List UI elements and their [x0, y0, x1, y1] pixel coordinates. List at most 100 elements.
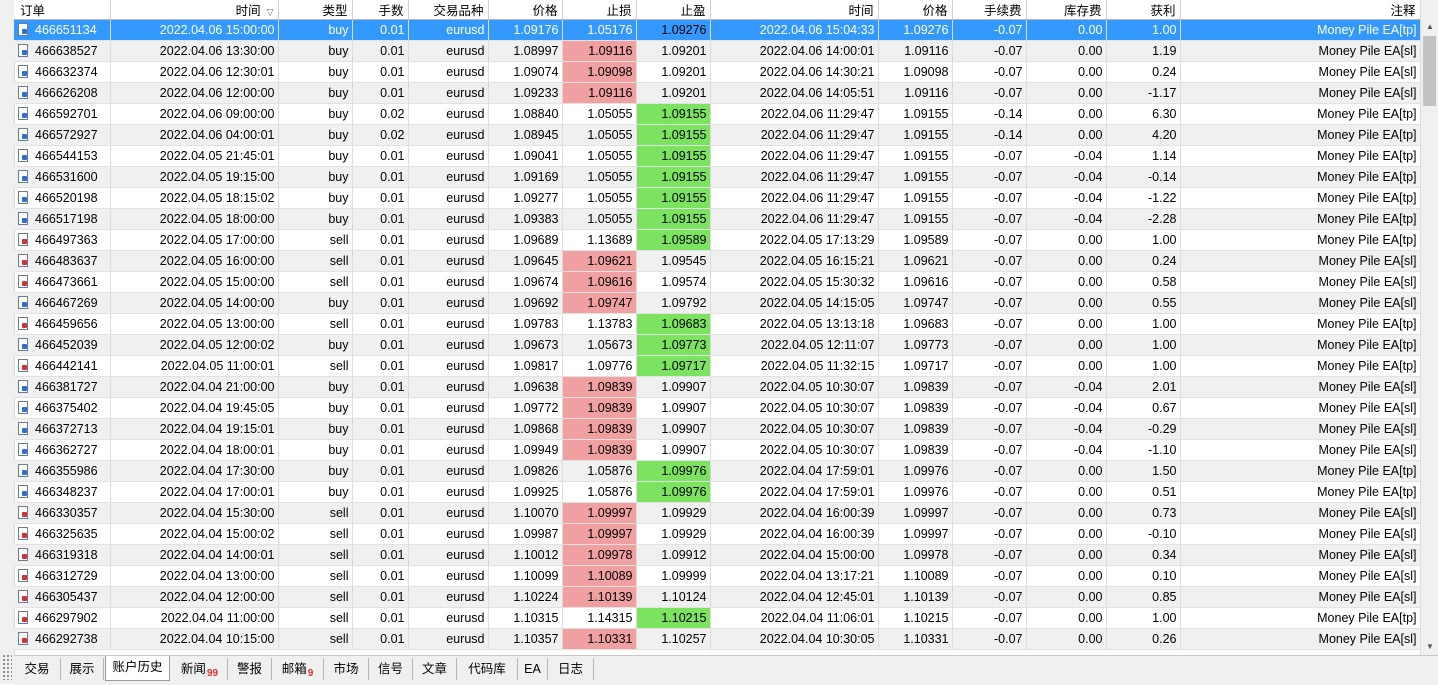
col-header-order[interactable]: 订单 [14, 0, 111, 20]
table-row[interactable]: 466651134 2022.04.06 15:00:00 buy 0.01 eurus… [14, 19, 1420, 41]
tab-6[interactable]: 市场 [324, 658, 369, 680]
table-row[interactable]: 466517198 2022.04.05 18:00:00 buy 0.01 eurus… [14, 208, 1420, 230]
cell-comment: Money Pile EA[sl] [1180, 439, 1420, 461]
cell-open-price: 1.09987 [488, 523, 563, 545]
cell-comment: Money Pile EA[sl] [1180, 61, 1420, 83]
col-header-close-price[interactable]: 价格 [878, 0, 953, 20]
cell-lots: 0.01 [352, 229, 409, 251]
scroll-down-arrow-icon[interactable]: ▼ [1421, 639, 1438, 655]
cell-swap: -0.04 [1026, 166, 1107, 188]
table-row[interactable]: 466572927 2022.04.06 04:00:01 buy 0.02 eurus… [14, 124, 1420, 146]
tab-5[interactable]: 邮箱9 [272, 658, 324, 680]
table-row[interactable]: 466442141 2022.04.05 11:00:01 sell 0.01 euru… [14, 355, 1420, 377]
table-row[interactable]: 466381727 2022.04.04 21:00:00 buy 0.01 eurus… [14, 376, 1420, 398]
cell-open-time: 2022.04.05 18:15:02 [110, 187, 279, 209]
table-row[interactable]: 466452039 2022.04.05 12:00:02 buy 0.01 eurus… [14, 334, 1420, 356]
table-row[interactable]: 466467269 2022.04.05 14:00:00 buy 0.01 eurus… [14, 292, 1420, 314]
tab-7[interactable]: 信号 [369, 658, 413, 680]
cell-close-price: 1.10215 [878, 607, 953, 629]
tab-label: 市场 [333, 662, 359, 676]
tab-label: 代码库 [468, 662, 506, 676]
scrollbar-thumb[interactable] [1423, 36, 1436, 106]
table-row[interactable]: 466305437 2022.04.04 12:00:00 sell 0.01 euru… [14, 586, 1420, 608]
table-row[interactable]: 466330357 2022.04.04 15:30:00 sell 0.01 euru… [14, 502, 1420, 524]
tab-0[interactable]: 交易 [14, 658, 61, 680]
col-header-comment[interactable]: 注释 [1180, 0, 1420, 20]
table-row[interactable]: 466292738 2022.04.04 10:15:00 sell 0.01 euru… [14, 628, 1420, 650]
cell-open-time: 2022.04.04 11:00:00 [110, 607, 279, 629]
cell-open-price: 1.09817 [488, 355, 563, 377]
tab-10[interactable]: EA [518, 658, 548, 680]
document-blue-icon [18, 401, 28, 414]
cell-lots: 0.01 [352, 565, 409, 587]
cell-take-profit: 1.09717 [636, 355, 711, 377]
cell-swap: -0.04 [1026, 187, 1107, 209]
cell-comment: Money Pile EA[tp] [1180, 607, 1420, 629]
table-row[interactable]: 466544153 2022.04.05 21:45:01 buy 0.01 eurus… [14, 145, 1420, 167]
tab-3[interactable]: 新闻99 [172, 658, 228, 680]
tab-1[interactable]: 展示 [61, 658, 104, 680]
col-header-lots[interactable]: 手数 [352, 0, 409, 20]
tab-11[interactable]: 日志 [548, 658, 594, 680]
scroll-up-arrow-icon[interactable]: ▲ [1421, 19, 1438, 35]
tab-9[interactable]: 代码库 [457, 658, 518, 680]
cell-profit: -1.17 [1106, 82, 1181, 104]
cell-commission: -0.07 [952, 40, 1027, 62]
col-header-profit[interactable]: 获利 [1106, 0, 1181, 20]
table-row[interactable]: 466459656 2022.04.05 13:00:00 sell 0.01 euru… [14, 313, 1420, 335]
cell-close-price: 1.09839 [878, 418, 953, 440]
cell-open-price: 1.09783 [488, 313, 563, 335]
tab-label: 警报 [236, 662, 262, 676]
cell-symbol: eurusd [408, 460, 489, 482]
vertical-scrollbar[interactable]: ▲ ▼ [1420, 0, 1438, 655]
cell-lots: 0.01 [352, 61, 409, 83]
table-row[interactable]: 466362727 2022.04.04 18:00:01 buy 0.01 eurus… [14, 439, 1420, 461]
toolbox-grip-icon[interactable] [2, 654, 12, 680]
cell-symbol: eurusd [408, 103, 489, 125]
table-row[interactable]: 466531600 2022.04.05 19:15:00 buy 0.01 eurus… [14, 166, 1420, 188]
table-row[interactable]: 466483637 2022.04.05 16:00:00 sell 0.01 euru… [14, 250, 1420, 272]
table-row[interactable]: 466375402 2022.04.04 19:45:05 buy 0.01 eurus… [14, 397, 1420, 419]
table-row[interactable]: 466520198 2022.04.05 18:15:02 buy 0.01 eurus… [14, 187, 1420, 209]
cell-close-price: 1.09773 [878, 334, 953, 356]
cell-close-time: 2022.04.06 11:29:47 [710, 187, 879, 209]
table-row[interactable]: 466372713 2022.04.04 19:15:01 buy 0.01 eurus… [14, 418, 1420, 440]
col-header-symbol[interactable]: 交易品种 [408, 0, 489, 20]
cell-open-time: 2022.04.06 12:30:01 [110, 61, 279, 83]
cell-comment: Money Pile EA[sl] [1180, 544, 1420, 566]
col-header-type[interactable]: 类型 [278, 0, 353, 20]
table-row[interactable]: 466592701 2022.04.06 09:00:00 buy 0.02 eurus… [14, 103, 1420, 125]
col-header-take-profit[interactable]: 止盈 [636, 0, 711, 20]
cell-type: sell [278, 565, 353, 587]
cell-lots: 0.01 [352, 418, 409, 440]
table-row[interactable]: 466497363 2022.04.05 17:00:00 sell 0.01 euru… [14, 229, 1420, 251]
tab-2[interactable]: 账户历史 [105, 656, 170, 681]
col-header-stop-loss[interactable]: 止损 [562, 0, 637, 20]
document-blue-icon [18, 149, 28, 162]
cell-close-price: 1.09839 [878, 439, 953, 461]
col-header-commission[interactable]: 手续费 [952, 0, 1027, 20]
col-header-close-time[interactable]: 时间 [710, 0, 879, 20]
tab-8[interactable]: 文章 [413, 658, 457, 680]
cell-take-profit: 1.09155 [636, 145, 711, 167]
table-row[interactable]: 466348237 2022.04.04 17:00:01 buy 0.01 eurus… [14, 481, 1420, 503]
table-row[interactable]: 466638527 2022.04.06 13:30:00 buy 0.01 eurus… [14, 40, 1420, 62]
table-row[interactable]: 466312729 2022.04.04 13:00:00 sell 0.01 euru… [14, 565, 1420, 587]
cell-close-price: 1.09155 [878, 145, 953, 167]
col-header-open-time[interactable]: 时间 ▽ [110, 0, 279, 20]
table-row[interactable]: 466632374 2022.04.06 12:30:01 buy 0.01 eurus… [14, 61, 1420, 83]
cell-commission: -0.07 [952, 586, 1027, 608]
table-row[interactable]: 466297902 2022.04.04 11:00:00 sell 0.01 euru… [14, 607, 1420, 629]
table-row[interactable]: 466325635 2022.04.04 15:00:02 sell 0.01 euru… [14, 523, 1420, 545]
table-row[interactable]: 466626208 2022.04.06 12:00:00 buy 0.01 eurus… [14, 82, 1420, 104]
tab-4[interactable]: 警报 [228, 658, 272, 680]
col-header-swap[interactable]: 库存费 [1026, 0, 1107, 20]
table-row[interactable]: 466473661 2022.04.05 15:00:00 sell 0.01 euru… [14, 271, 1420, 293]
cell-lots: 0.01 [352, 334, 409, 356]
col-header-open-price[interactable]: 价格 [488, 0, 563, 20]
cell-symbol: eurusd [408, 250, 489, 272]
cell-open-price: 1.09383 [488, 208, 563, 230]
cell-commission: -0.07 [952, 82, 1027, 104]
table-row[interactable]: 466355986 2022.04.04 17:30:00 buy 0.01 eurus… [14, 460, 1420, 482]
table-row[interactable]: 466319318 2022.04.04 14:00:01 sell 0.01 euru… [14, 544, 1420, 566]
